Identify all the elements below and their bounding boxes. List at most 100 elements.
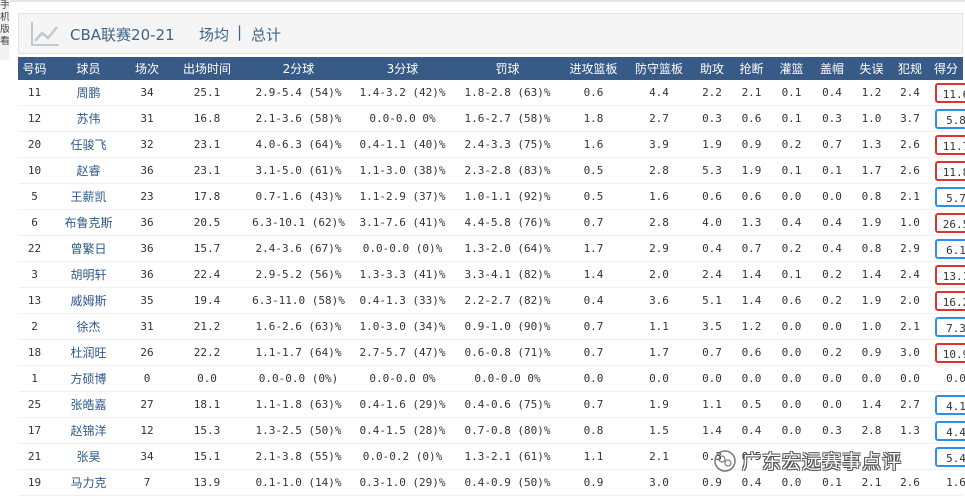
col-player-cell[interactable]: 徐杰 — [51, 313, 126, 340]
col-blk-cell: 0.3 — [812, 417, 852, 444]
score-highlight-red: 10.9 — [935, 342, 965, 363]
col-ast-cell: 1.1 — [692, 391, 732, 418]
col-minutes-cell: 23.1 — [168, 157, 246, 184]
col-tov-cell: 1.4 — [852, 261, 891, 288]
col-ast-cell: 3.5 — [692, 313, 732, 340]
col-stl-cell: 1.4 — [732, 287, 771, 314]
col-player-cell[interactable]: 方硕博 — [51, 365, 126, 392]
col-2pt-cell: 0.1-1.0 (14)% — [246, 469, 351, 496]
col-oreb-cell: 0.5 — [561, 183, 626, 210]
col-blk-header[interactable]: 盖帽 — [812, 57, 852, 80]
table-row: 5 王薪凯 23 17.8 0.7-1.6 (43)% 1.1-2.9 (37)% 1.0-… — [18, 183, 965, 210]
col-dreb-cell: 2.0 — [626, 261, 692, 288]
col-ft-cell: 3.3-4.1 (82)% — [454, 261, 561, 288]
col-minutes-cell: 19.4 — [168, 287, 246, 314]
col-minutes-header[interactable]: 出场时间 — [168, 57, 246, 80]
col-player-cell[interactable]: 王薪凯 — [51, 183, 126, 210]
col-pf-cell: 2.0 — [891, 287, 929, 314]
col-stl-cell: 0.9 — [732, 131, 771, 158]
col-player-cell[interactable]: 布鲁克斯 — [51, 209, 126, 236]
col-pts-cell: 5.8 — [929, 105, 965, 132]
col-pts-cell: 0.0 — [929, 365, 965, 392]
col-stl-cell: 0.7 — [732, 235, 771, 262]
col-pf-cell: 3.7 — [891, 105, 929, 132]
col-player-cell[interactable]: 杜润旺 — [51, 339, 126, 366]
col-blk-cell: 0.0 — [812, 183, 852, 210]
col-games-cell: 36 — [126, 261, 168, 288]
col-player-cell[interactable]: 马力克 — [51, 469, 126, 496]
col-ft-cell: 0.4-0.9 (50)% — [454, 469, 561, 496]
col-3pt-cell: 0.0-0.2 (0)% — [351, 443, 454, 470]
score-highlight-blue: 4.4 — [935, 420, 965, 441]
player-stats-table: 号码 球员 场次 出场时间 2分球 3分球 罚球 进攻篮板 防守篮板 助攻 抢断 灌篮 盖帽 失误 犯规 得分… — [18, 57, 965, 496]
col-2pt-cell: 1.1-1.7 (64)% — [246, 339, 351, 366]
col-pts-header[interactable]: 得分 — [929, 57, 963, 80]
col-dunk-header[interactable]: 灌篮 — [771, 57, 812, 80]
col-minutes-cell: 18.1 — [168, 391, 246, 418]
col-player-cell[interactable]: 赵锦洋 — [51, 417, 126, 444]
col-player-cell[interactable]: 胡明轩 — [51, 261, 126, 288]
col-dunk-cell: 0.1 — [771, 80, 812, 106]
col-pf-cell: 2.6 — [891, 131, 929, 158]
score-highlight-blue: 4.1 — [935, 394, 965, 415]
col-blk-cell: 0.0 — [812, 391, 852, 418]
col-pf-cell: 2.1 — [891, 183, 929, 210]
col-games-cell: 23 — [126, 183, 168, 210]
col-ft-cell: 1.6-2.7 (58)% — [454, 105, 561, 132]
col-ast-cell: 0.3 — [692, 105, 732, 132]
col-oreb-cell: 1.1 — [561, 443, 626, 470]
col-tov-header[interactable]: 失误 — [852, 57, 891, 80]
col-player-cell[interactable]: 周鹏 — [51, 80, 126, 106]
col-pf-cell: 1.3 — [891, 417, 929, 444]
col-minutes-cell: 17.8 — [168, 183, 246, 210]
col-ft-cell: 2.4-3.3 (75)% — [454, 131, 561, 158]
col-player-cell[interactable]: 曾繁日 — [51, 235, 126, 262]
col-stl-cell: 0.5 — [732, 391, 771, 418]
col-ast-header[interactable]: 助攻 — [692, 57, 732, 80]
col-number-header[interactable]: 号码 — [18, 57, 51, 80]
col-player-cell[interactable]: 任骏飞 — [51, 131, 126, 158]
col-pf-cell: 2.4 — [891, 261, 929, 288]
col-blk-cell: 0.2 — [812, 261, 852, 288]
line-chart-icon — [31, 22, 59, 46]
score-highlight-red: 11.8 — [935, 160, 965, 181]
col-stl-header[interactable]: 抢断 — [732, 57, 771, 80]
col-dunk-cell: 0.6 — [771, 287, 812, 314]
col-number-cell: 17 — [18, 417, 51, 444]
col-minutes-cell: 16.8 — [168, 105, 246, 132]
col-dreb-header[interactable]: 防守篮板 — [626, 57, 692, 80]
col-tov-cell: 0.9 — [852, 339, 891, 366]
col-pf-header[interactable]: 犯规 — [891, 57, 929, 80]
stats-header-bar: CBA联赛20-21 场均 | 总计 — [18, 13, 963, 54]
col-dunk-cell: 0.0 — [771, 391, 812, 418]
tab-separator: | — [237, 23, 243, 41]
col-minutes-cell: 22.2 — [168, 339, 246, 366]
table-row: 20 任骏飞 32 23.1 4.0-6.3 (64)% 0.4-1.1 (40)% 2.4… — [18, 131, 965, 158]
col-stl-cell: 2.1 — [732, 80, 771, 106]
col-blk-cell: 0.4 — [812, 80, 852, 106]
col-games-header[interactable]: 场次 — [126, 57, 168, 80]
col-dreb-cell: 3.6 — [626, 287, 692, 314]
col-games-cell: 34 — [126, 443, 168, 470]
col-dreb-cell: 1.9 — [626, 391, 692, 418]
col-ft-cell: 0.7-0.8 (80)% — [454, 417, 561, 444]
col-player-cell[interactable]: 威姆斯 — [51, 287, 126, 314]
col-blk-cell: 0.2 — [812, 339, 852, 366]
col-player-cell[interactable]: 张昊 — [51, 443, 126, 470]
col-blk-cell: 0.0 — [812, 313, 852, 340]
col-ft-cell: 1.0-1.1 (92)% — [454, 183, 561, 210]
col-3pt-header[interactable]: 3分球 — [351, 57, 454, 80]
col-oreb-cell: 1.8 — [561, 105, 626, 132]
table-row: 1 方硕博 0 0.0 0.0-0.0 (0%) 0.0-0.0 0% 0.0-0.0 0%… — [18, 365, 965, 392]
col-2pt-header[interactable]: 2分球 — [246, 57, 351, 80]
col-3pt-cell: 0.0-0.0 (0)% — [351, 235, 454, 262]
col-player-cell[interactable]: 苏伟 — [51, 105, 126, 132]
col-oreb-header[interactable]: 进攻篮板 — [561, 57, 626, 80]
col-player-cell[interactable]: 赵睿 — [51, 157, 126, 184]
col-player-header[interactable]: 球员 — [51, 57, 126, 80]
col-tov-cell: 2.8 — [852, 417, 891, 444]
col-ft-header[interactable]: 罚球 — [454, 57, 561, 80]
tab-average[interactable]: 场均 — [199, 24, 229, 45]
tab-total[interactable]: 总计 — [251, 24, 281, 45]
col-player-cell[interactable]: 张皓嘉 — [51, 391, 126, 418]
